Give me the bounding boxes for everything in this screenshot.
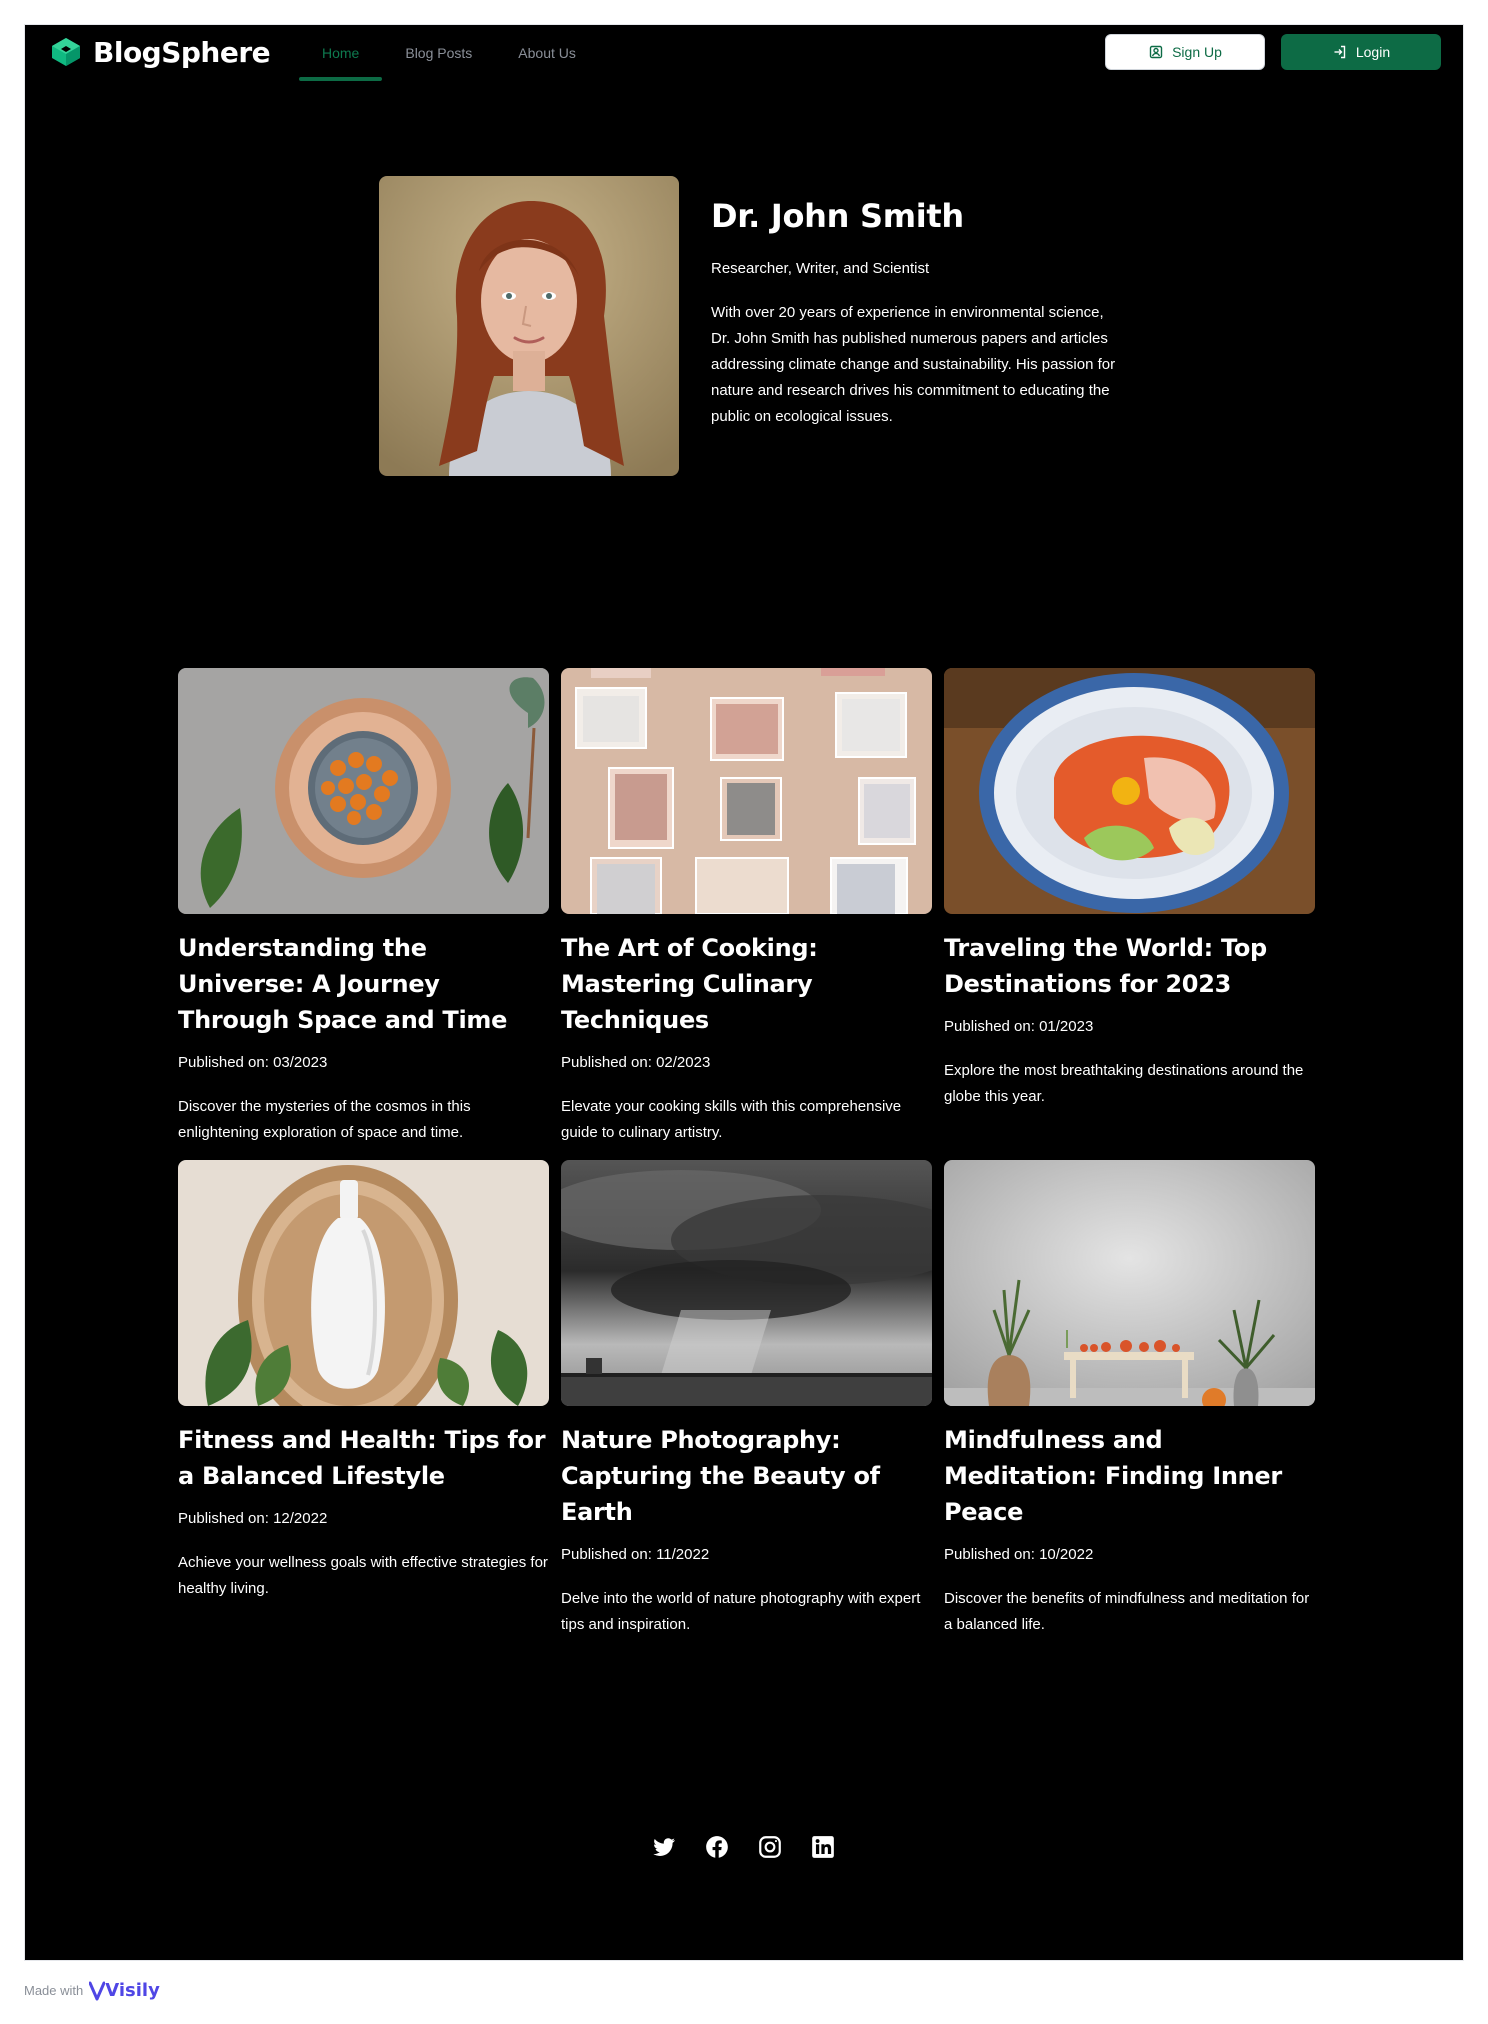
visily-mark-icon — [89, 1981, 106, 2000]
post-title[interactable]: Nature Photography: Capturing the Beauty… — [561, 1422, 932, 1530]
facebook-icon[interactable] — [704, 1834, 730, 1860]
post-title[interactable]: The Art of Cooking: Mastering Culinary T… — [561, 930, 932, 1038]
author-photo — [379, 176, 679, 476]
post-image-swatches[interactable] — [561, 668, 932, 914]
post-description: Explore the most breathtaking destinatio… — [944, 1062, 1304, 1105]
post-card[interactable]: Nature Photography: Capturing the Beauty… — [561, 1160, 932, 1638]
header: BlogSphere Home Blog Posts About Us Sign… — [25, 25, 1463, 81]
user-add-icon — [1149, 45, 1163, 59]
social-links — [651, 1834, 836, 1860]
post-image-fruit-bowl[interactable] — [178, 668, 549, 914]
post-date: Published on: 03/2023 — [178, 1054, 328, 1071]
instagram-icon[interactable] — [757, 1834, 783, 1860]
post-date: Published on: 01/2023 — [944, 1018, 1094, 1035]
linkedin-icon[interactable] — [810, 1834, 836, 1860]
nav-home[interactable]: Home — [299, 25, 383, 81]
nav-about-us[interactable]: About Us — [495, 25, 599, 81]
post-card[interactable]: Understanding the Universe: A Journey Th… — [178, 668, 549, 1146]
visily-logo: Visily — [89, 1980, 160, 2001]
brand-name: BlogSphere — [93, 35, 271, 69]
sign-up-button[interactable]: Sign Up — [1105, 34, 1265, 70]
post-description: Discover the mysteries of the cosmos in … — [178, 1098, 471, 1141]
made-with-label: Made with — [24, 1983, 84, 1998]
post-title[interactable]: Understanding the Universe: A Journey Th… — [178, 930, 549, 1038]
post-description: Discover the benefits of mindfulness and… — [944, 1590, 1310, 1633]
nav-blog-posts[interactable]: Blog Posts — [382, 25, 495, 81]
post-description: Achieve your wellness goals with effecti… — [178, 1554, 548, 1597]
twitter-icon[interactable] — [651, 1834, 677, 1860]
post-card[interactable]: Mindfulness and Meditation: Finding Inne… — [944, 1160, 1315, 1638]
brand-logo[interactable]: BlogSphere — [49, 35, 271, 69]
post-title[interactable]: Traveling the World: Top Destinations fo… — [944, 930, 1315, 1002]
sign-up-label: Sign Up — [1172, 44, 1222, 60]
post-image-storm[interactable] — [561, 1160, 932, 1406]
post-title[interactable]: Fitness and Health: Tips for a Balanced … — [178, 1422, 549, 1494]
post-description: Delve into the world of nature photograp… — [561, 1590, 921, 1633]
page-frame: BlogSphere Home Blog Posts About Us Sign… — [24, 24, 1464, 1961]
visily-brand: Visily — [105, 1980, 160, 2001]
made-with-badge[interactable]: Made with Visily — [24, 1980, 160, 2001]
author-bio: With over 20 years of experience in envi… — [711, 304, 1116, 425]
post-image-bowl-dish[interactable] — [944, 668, 1315, 914]
post-card[interactable]: The Art of Cooking: Mastering Culinary T… — [561, 668, 932, 1146]
post-date: Published on: 02/2023 — [561, 1054, 711, 1071]
login-icon — [1334, 45, 1346, 59]
author-name: Dr. John Smith — [711, 197, 964, 235]
post-card[interactable]: Fitness and Health: Tips for a Balanced … — [178, 1160, 549, 1602]
post-card[interactable]: Traveling the World: Top Destinations fo… — [944, 668, 1315, 1110]
author-info: Dr. John Smith Researcher, Writer, and S… — [711, 196, 1121, 430]
author-role: Researcher, Writer, and Scientist — [711, 260, 930, 277]
post-title[interactable]: Mindfulness and Meditation: Finding Inne… — [944, 1422, 1315, 1530]
login-button[interactable]: Login — [1281, 34, 1441, 70]
post-image-vase[interactable] — [178, 1160, 549, 1406]
post-date: Published on: 10/2022 — [944, 1546, 1094, 1563]
post-image-plants-table[interactable] — [944, 1160, 1315, 1406]
logo-icon — [52, 38, 80, 66]
login-label: Login — [1355, 44, 1391, 60]
post-description: Elevate your cooking skills with this co… — [561, 1098, 902, 1141]
main-nav: Home Blog Posts About Us — [299, 25, 599, 81]
post-date: Published on: 11/2022 — [561, 1546, 710, 1563]
post-date: Published on: 12/2022 — [178, 1510, 328, 1527]
